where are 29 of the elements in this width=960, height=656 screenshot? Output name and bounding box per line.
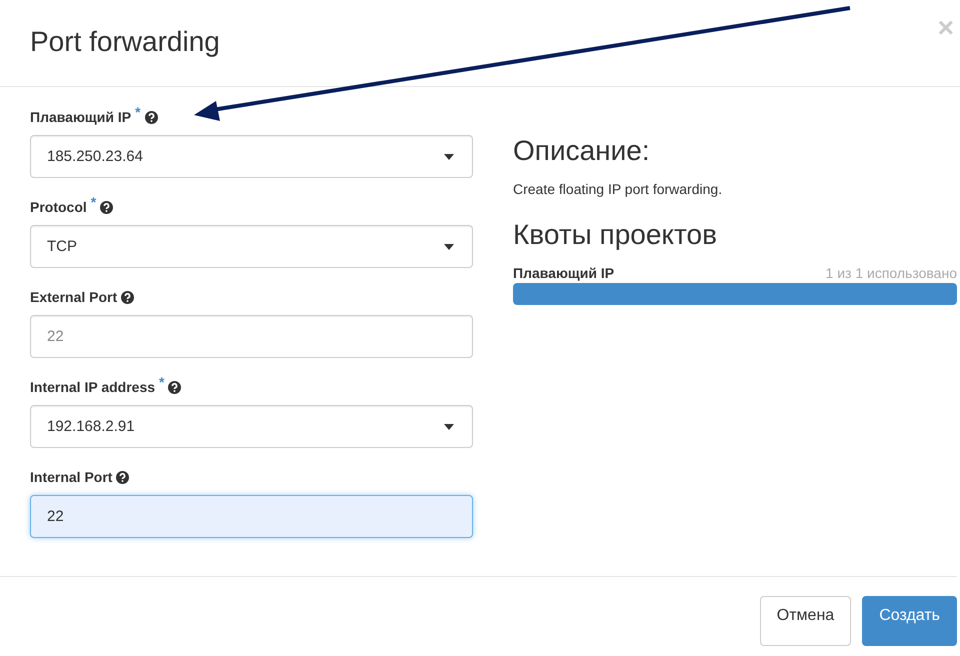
- input-field[interactable]: 22: [30, 495, 473, 538]
- help-icon[interactable]: [168, 380, 182, 394]
- quota-reading: 1 из 1 использовано: [826, 265, 957, 281]
- section-heading: Квоты проектов: [513, 219, 718, 251]
- help-icon[interactable]: [116, 470, 130, 484]
- caret-icon: [444, 154, 454, 160]
- caret-icon: [444, 424, 454, 430]
- create-button[interactable]: Создать: [862, 596, 957, 646]
- field-label: Internal IP address: [30, 379, 156, 395]
- dialog-title: Port forwarding: [30, 26, 220, 58]
- quota-label: Плавающий IP: [513, 265, 614, 281]
- help-icon[interactable]: [121, 290, 134, 304]
- field-label: Плавающий IP: [30, 109, 132, 125]
- help-icon[interactable]: [144, 110, 158, 124]
- cancel-button[interactable]: Отмена: [760, 596, 852, 646]
- field-label: Internal Port: [30, 469, 112, 485]
- field-label: Protocol: [30, 199, 87, 215]
- description-text: Create floating IP port forwarding.: [513, 181, 724, 197]
- select-field[interactable]: 185.250.23.64: [30, 135, 473, 178]
- help-icon[interactable]: [100, 200, 114, 214]
- required-mark: *: [135, 104, 141, 120]
- required-mark: *: [159, 374, 164, 390]
- section-heading: Описание:: [513, 135, 651, 167]
- caret-icon: [444, 244, 454, 250]
- select-field[interactable]: TCP: [30, 225, 473, 268]
- required-mark: *: [90, 194, 96, 210]
- field-label: External Port: [30, 289, 118, 305]
- select-field[interactable]: 192.168.2.91: [30, 405, 473, 448]
- input-field[interactable]: 22: [30, 315, 473, 358]
